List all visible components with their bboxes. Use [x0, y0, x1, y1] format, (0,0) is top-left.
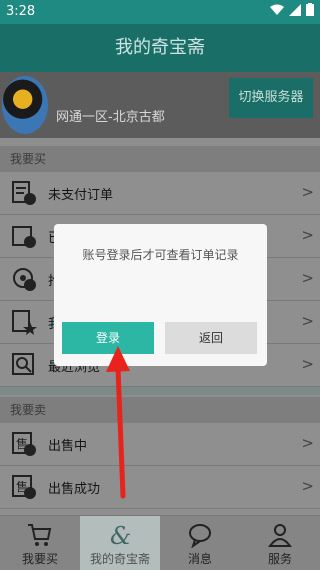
wifi-icon	[270, 4, 284, 15]
server-name: 网通一区-北京古都	[56, 110, 165, 125]
page-title: 我的奇宝斋	[0, 24, 320, 72]
tab-label: 服务	[267, 552, 292, 566]
sell-clock-icon: 售	[12, 432, 36, 456]
tab-label: 消息	[187, 552, 212, 566]
back-button[interactable]: 返回	[165, 322, 257, 354]
switch-server-button[interactable]: 切换服务器	[229, 78, 313, 118]
order-clock-icon	[12, 181, 36, 205]
status-time: 3:28	[6, 4, 36, 19]
chat-bubble-icon	[189, 524, 211, 548]
tab-label: 我的奇宝斋	[89, 552, 150, 566]
tab-service[interactable]: 服务	[240, 516, 320, 570]
person-icon	[268, 524, 292, 547]
bottom-tab-bar: 我要买 & 我的奇宝斋 消息 服务	[0, 515, 320, 570]
buy-section-title: 我要买	[0, 146, 320, 172]
chevron-right-icon: >	[301, 312, 314, 330]
search-icon	[12, 353, 34, 375]
login-required-dialog: 账号登录后才可查看订单记录 登录 返回	[54, 224, 267, 366]
tab-my-qibaozhai[interactable]: & 我的奇宝斋	[80, 516, 160, 570]
signal-icon	[289, 3, 301, 16]
account-panel: 网通一区-北京古都 切换服务器	[0, 72, 320, 138]
dialog-message: 账号登录后才可查看订单记录	[82, 248, 239, 262]
ampersand-icon: &	[110, 522, 131, 548]
list-item-label: 未支付订单	[48, 188, 114, 203]
battery-icon	[306, 3, 314, 16]
svg-text:&: &	[110, 522, 131, 548]
cart-icon	[28, 524, 52, 546]
target-icon	[13, 268, 36, 291]
section-divider	[0, 387, 320, 395]
login-button[interactable]: 登录	[62, 322, 154, 354]
list-item-on-sale[interactable]: 售 出售中 >	[0, 423, 320, 466]
status-icons	[270, 3, 314, 16]
tab-messages[interactable]: 消息	[160, 516, 240, 570]
calendar-check-icon	[12, 226, 36, 248]
chevron-right-icon: >	[301, 269, 314, 287]
chevron-right-icon: >	[301, 226, 314, 244]
avatar[interactable]	[2, 76, 48, 134]
chevron-right-icon: >	[301, 434, 314, 452]
sell-section-title: 我要卖	[0, 397, 320, 423]
list-item-sold[interactable]: 售 出售成功 >	[0, 466, 320, 509]
sell-check-icon: 售	[12, 475, 36, 499]
list-item-label: 出售中	[48, 439, 88, 454]
chevron-right-icon: >	[301, 183, 314, 201]
list-item-label: 出售成功	[48, 482, 101, 497]
tab-label: 我要买	[21, 552, 58, 566]
tab-buy[interactable]: 我要买	[0, 516, 80, 570]
status-bar: 3:28	[0, 0, 320, 24]
chevron-right-icon: >	[301, 355, 314, 373]
list-item-unpaid-orders[interactable]: 未支付订单 >	[0, 172, 320, 215]
list-star-icon	[12, 310, 37, 335]
chevron-right-icon: >	[301, 477, 314, 495]
